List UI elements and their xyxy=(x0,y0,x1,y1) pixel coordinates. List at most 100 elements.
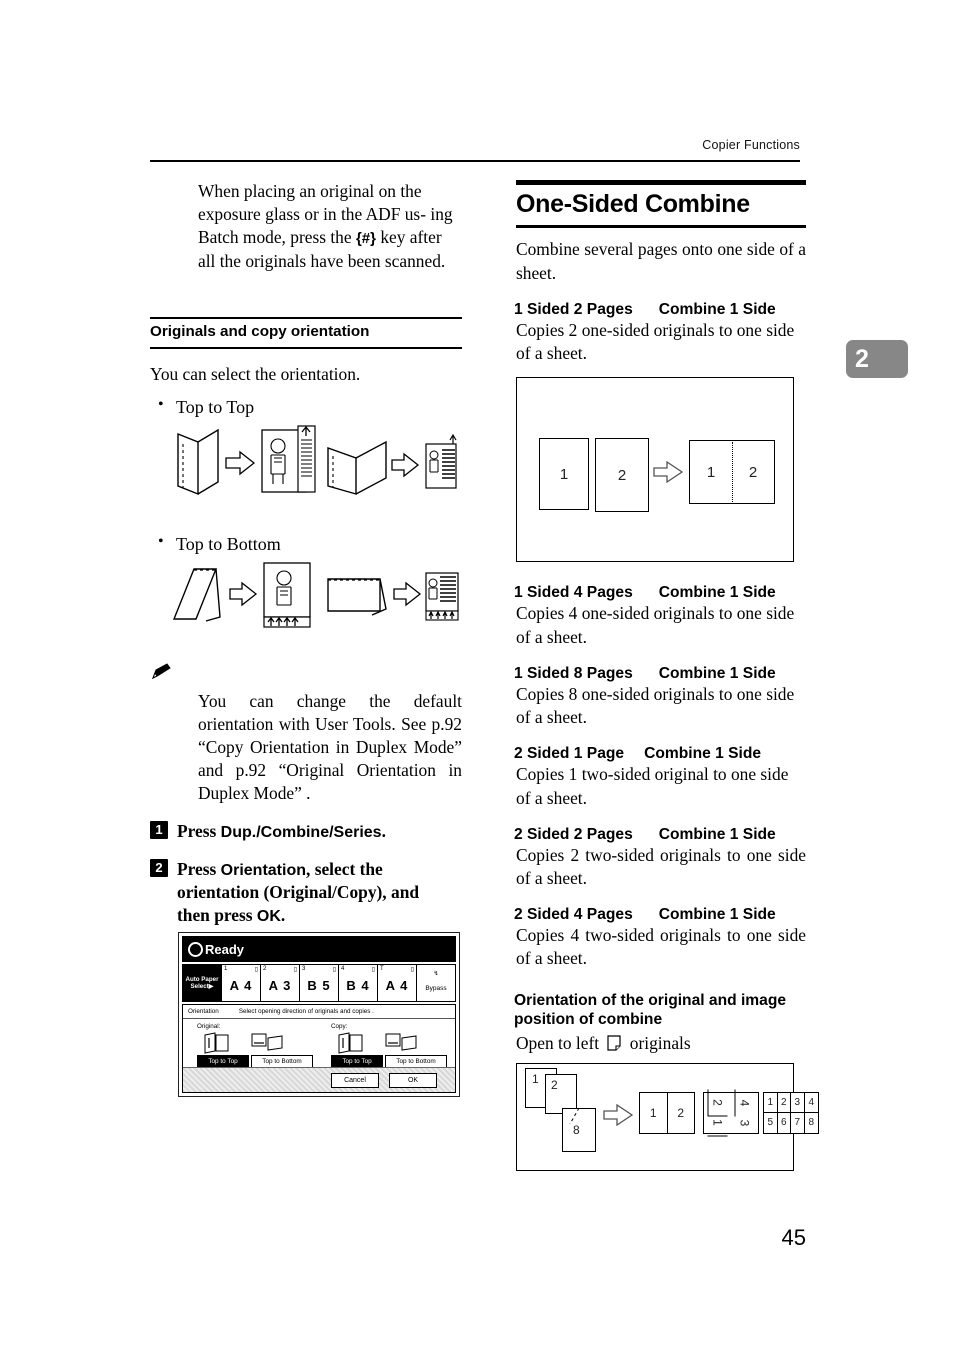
tray-orientation-icon: ▯ xyxy=(254,967,258,973)
result-page-1: 1 xyxy=(706,463,716,481)
chapter-tab: 2 xyxy=(846,340,908,378)
paper-tray-1-size: A 4 xyxy=(229,978,253,993)
result-8up-cell-8: 8 xyxy=(808,1117,815,1129)
original-top-to-top-icon xyxy=(204,1032,229,1054)
step-1-pre: Press xyxy=(177,820,217,841)
auto-paper-arrow-icon: ▶ xyxy=(208,983,214,990)
key-dup-combine-series[interactable]: Dup./Combine/Series xyxy=(221,824,382,841)
step-2-number: 2 xyxy=(150,858,168,877)
subhead-2-right: Combine 1 Side xyxy=(658,584,776,602)
result-2up-cell-1: 1 xyxy=(640,1091,668,1134)
subhead-2-sided-1-page: 2 Sided 1 Page Combine 1 Side xyxy=(514,745,806,763)
step-2: 2 Press Orientation, select the orientat… xyxy=(150,858,462,928)
intro-paragraph: When placing an original on the exposure… xyxy=(198,180,462,273)
result-fold-line xyxy=(732,442,733,503)
page-number: 45 xyxy=(781,1225,806,1250)
paper-tray-t-button[interactable]: T ▯ A 4 xyxy=(378,965,417,1001)
auto-paper-select-button[interactable]: Auto Paper Select▶ xyxy=(183,965,222,1001)
paper-tray-1-index: 1 xyxy=(224,966,228,972)
subhead-1-right: Combine 1 Side xyxy=(658,300,776,318)
subhead-1-left: 1 Sided 2 Pages xyxy=(514,300,633,318)
result-8up-cell-4: 4 xyxy=(804,1093,818,1113)
subhead-1-sided-8-pages: 1 Sided 8 Pages Combine 1 Side xyxy=(514,665,806,683)
body-1-sided-2-pages: Copies 2 one-sided originals to one side… xyxy=(516,319,795,364)
result-8up-cell-2: 2 xyxy=(777,1092,791,1113)
ready-indicator-icon xyxy=(188,941,203,957)
figure-top-to-top xyxy=(150,424,462,516)
bypass-tray-button[interactable]: ↯ Bypass xyxy=(417,965,455,1001)
top-to-top-illustration xyxy=(177,424,457,495)
subhead-1-sided-2-pages: 1 Sided 2 Pages Combine 1 Side xyxy=(514,301,806,319)
step-1-post: . xyxy=(381,820,386,841)
operation-panel-screenshot: Ready Auto Paper Select▶ 1 ▯ A 4 2 ▯ A 3… xyxy=(178,932,460,1097)
copy-top-to-bottom-icon xyxy=(385,1033,417,1051)
bypass-tray-icon: ↯ xyxy=(433,971,439,977)
left-column: When placing an original on the exposure… xyxy=(150,180,462,928)
subhead-6-right: Combine 1 Side xyxy=(658,906,776,924)
result-8up-cell-5: 5 xyxy=(764,1112,778,1133)
subhead-2-left: 1 Sided 4 Pages xyxy=(514,584,633,602)
result-8up-cell-3: 3 xyxy=(791,1092,805,1113)
body-2-sided-1-page: Copies 1 two-sided original to one side … xyxy=(516,764,789,808)
step-2-post: . xyxy=(280,904,286,925)
paper-tray-2-button[interactable]: 2 ▯ A 3 xyxy=(261,965,300,1001)
document-page: Copier Functions 2 When placing an origi… xyxy=(0,0,954,1351)
body-2-sided-4-pages: Copies 4 two-sided originals to one side… xyxy=(516,925,806,969)
step-1-number: 1 xyxy=(150,820,168,839)
paper-select-row: Auto Paper Select▶ 1 ▯ A 4 2 ▯ A 3 3 ▯ B… xyxy=(182,964,456,1002)
note-text: You can change the default orientation w… xyxy=(198,690,462,804)
example-result-8up: 1 2 3 4 5 6 7 8 xyxy=(763,1091,819,1134)
cancel-button[interactable]: Cancel xyxy=(331,1073,379,1088)
paper-tray-3-button[interactable]: 3 ▯ B 5 xyxy=(300,965,339,1001)
ok-button[interactable]: OK xyxy=(389,1073,437,1088)
example-result-2up: 1 2 xyxy=(639,1091,695,1134)
paper-tray-4-button[interactable]: 4 ▯ B 4 xyxy=(339,965,378,1001)
page-title: One-Sided Combine xyxy=(516,190,750,218)
example-result-4up: 2 4 1 3 xyxy=(703,1089,759,1137)
paper-tray-2-size: A 3 xyxy=(268,978,292,993)
orientation-caption-pre: Open to left xyxy=(516,1032,600,1053)
running-head: Copier Functions xyxy=(702,138,800,152)
step-1-text: Press Dup./Combine/Series. xyxy=(177,820,462,844)
body-1-sided-8-pages: Copies 8 one-sided originals to one side… xyxy=(516,683,795,728)
right-arrow-icon xyxy=(603,1103,633,1126)
stack-connector-icon xyxy=(569,1107,580,1125)
lcd-status-text: Ready xyxy=(205,941,245,957)
paper-tray-1-button[interactable]: 1 ▯ A 4 xyxy=(222,965,261,1001)
orientation-dialog-title: Orientation xyxy=(188,1008,219,1015)
result-2up-cell-2: 2 xyxy=(677,1105,685,1120)
subhead-2-sided-2-pages: 2 Sided 2 Pages Combine 1 Side xyxy=(514,826,806,844)
paper-tray-4-index: 4 xyxy=(341,966,345,972)
subhead-3-left: 1 Sided 8 Pages xyxy=(514,664,633,682)
subhead-4-right: Combine 1 Side xyxy=(644,745,762,763)
right-arrow-icon xyxy=(653,461,683,484)
paper-tray-2-index: 2 xyxy=(263,966,267,972)
key-orientation[interactable]: Orientation xyxy=(221,862,306,879)
result-8up-cell-7: 7 xyxy=(791,1112,805,1133)
paper-tray-3-index: 3 xyxy=(302,966,306,972)
paper-tray-3-size: B 5 xyxy=(307,978,331,993)
original-top-to-bottom-icon xyxy=(251,1033,283,1051)
orientation-subsection-heading: Orientation of the original and image po… xyxy=(514,991,787,1029)
auto-paper-select-line1: Auto Paper xyxy=(185,975,219,983)
result-4up-cell-3: 1 xyxy=(707,1109,728,1137)
original-page-2: 2 xyxy=(595,438,649,513)
subhead-2-sided-4-pages: 2 Sided 4 Pages Combine 1 Side xyxy=(514,906,806,924)
body-2-sided-2-pages: Copies 2 two-sided originals to one side… xyxy=(516,844,806,888)
tray-orientation-icon: ▯ xyxy=(332,967,336,973)
step-2-text: Press Orientation, select the orientatio… xyxy=(177,858,441,928)
copy-group-label: Copy: xyxy=(331,1023,348,1030)
subhead-5-left: 2 Sided 2 Pages xyxy=(514,825,633,843)
tray-orientation-icon: ▯ xyxy=(293,967,297,973)
result-8up-cell-6: 6 xyxy=(778,1112,791,1133)
step-1: 1 Press Dup./Combine/Series. xyxy=(150,820,462,844)
paper-tray-4-size: B 4 xyxy=(346,978,370,993)
key-ok[interactable]: OK xyxy=(257,908,281,925)
dialog-footer: Cancel OK xyxy=(183,1067,455,1092)
tray-orientation-icon: ▯ xyxy=(410,967,414,973)
result-4up-cell-4: 3 xyxy=(737,1119,752,1127)
figure-combine-2in1: 1 2 1 2 xyxy=(516,377,794,563)
lcd-status-bar: Ready xyxy=(182,936,456,962)
result-8up-cell-1: 1 xyxy=(764,1092,778,1113)
result-page-2: 2 xyxy=(748,463,758,481)
